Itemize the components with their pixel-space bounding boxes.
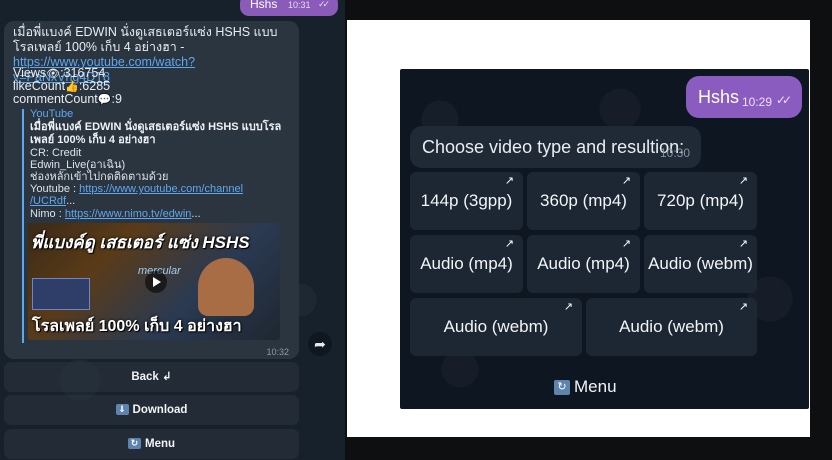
left-chat-panel: Hshs 10:31 ✓✓ เมื่อพี่แบงค์ EDWIN นั่งดู… [0,0,345,460]
outgoing-message-text: Hshs [250,0,278,11]
outgoing-message-time: 10:31 [288,0,311,10]
thumbnail-person-image [198,258,254,316]
option-label: 144p (3gpp) [420,191,513,210]
option-label: Audio (mp4) [420,254,513,273]
option-audio-mp4-button[interactable]: Audio (mp4) ↗ [410,235,523,293]
video-thumbnail[interactable]: พี่แบงค์ดู เสธเตอร์ แซ่ง HSHS mercular โ… [28,223,280,340]
download-button-label: Download [132,404,188,416]
preview-site-name: YouTube [30,108,74,120]
incoming-message-time: 10:32 [266,347,289,357]
preview-nimo-label: Nimo : [30,208,65,220]
speech-bubble-icon: 💬 [97,93,112,106]
external-arrow-icon: ↗ [738,238,748,250]
option-label: Audio (webm) [443,317,549,336]
play-icon[interactable] [145,271,167,293]
back-button[interactable]: Back ↲ [4,362,299,392]
likes-value: :6285 [78,79,111,93]
menu-button[interactable]: ↻ Menu [4,429,299,459]
option-label: Audio (mp4) [537,254,630,273]
outgoing-message[interactable]: Hshs 10:29 ✓✓ [686,76,802,118]
incoming-message[interactable]: Choose video type and resultion: 10:30 [410,126,701,168]
comments-label: commentCount [13,92,98,106]
back-button-label: Back ↲ [131,371,172,383]
link-preview[interactable]: YouTube เมื่อพี่แบงค์ EDWIN นั่งดูเสธเตอ… [22,108,292,343]
preview-nimo-link[interactable]: https://www.nimo.tv/edwin [65,208,192,220]
views-value: :316754 [60,66,106,80]
external-arrow-icon: ↗ [504,238,514,250]
message-title-text: เมื่อพี่แบงค์ EDWIN นั่งดูเสธเตอร์แซ่ง H… [13,25,278,54]
menu-button-label: Menu [144,438,176,450]
external-arrow-icon: ↗ [738,301,748,313]
incoming-message-time: 10:30 [660,146,691,160]
outgoing-message-time: 10:29 [742,95,773,109]
double-check-icon: ✓✓ [776,93,792,107]
outgoing-message[interactable]: Hshs 10:31 ✓✓ [240,0,338,16]
preview-youtube-link-2[interactable]: /UCRdf [30,195,66,207]
comments-stat: commentCount💬:9 [13,92,122,107]
thumbnail-top-caption: พี่แบงค์ดู เสธเตอร์ แซ่ง HSHS [31,233,250,252]
option-label: Audio (webm) [648,254,753,273]
menu-icon: ↻ [127,438,141,450]
menu-button-label: Menu [574,377,617,396]
option-label: 360p (mp4) [540,191,627,210]
preview-channel-line: ช่องหลักเข้าไปกดติดตามด้วย [30,171,169,183]
preview-edwin-line: Edwin_Live(อาเฉิน) [30,159,126,171]
preview-youtube-link[interactable]: https://www.youtube.com/channel [79,183,243,195]
outgoing-message-text: Hshs [698,87,740,107]
download-icon: ⇓ [115,404,129,416]
preview-youtube-label: Youtube : [30,183,80,195]
download-button[interactable]: ⇓ Download [4,395,299,425]
menu-button[interactable]: ↻ Menu [554,377,654,401]
menu-icon: ↻ [554,380,570,396]
comments-value: :9 [111,92,122,106]
preview-nimo-line: Nimo : https://www.nimo.tv/edwin... [30,208,201,220]
external-arrow-icon: ↗ [621,175,631,187]
thumbnail-bottom-caption: โรลเพลย์ 100% เก็บ 4 อย่างฮา [32,318,242,335]
external-arrow-icon: ↗ [504,175,514,187]
external-arrow-icon: ↗ [738,175,748,187]
thumbnail-inset-image [32,278,90,310]
incoming-message-text: Choose video type and resultion: [422,137,685,157]
preview-title: เมื่อพี่แบงค์ EDWIN นั่งดูเสธเตอร์แซ่ง H… [30,121,282,146]
option-audio-mp4-button-2[interactable]: Audio (mp4) ↗ [527,235,640,293]
incoming-message[interactable]: เมื่อพี่แบงค์ EDWIN นั่งดูเสธเตอร์แซ่ง H… [4,21,299,359]
external-arrow-icon: ↗ [563,301,573,313]
preview-cr-line: CR: Credit [30,147,82,159]
likes-label: likeCount [13,79,66,93]
forward-icon[interactable]: ➦ [308,332,332,356]
preview-youtube-line: Youtube : https://www.youtube.com/channe… [30,183,243,195]
zoomed-chat-panel: Hshs 10:29 ✓✓ Choose video type and resu… [400,69,809,409]
preview-youtube-line-2: /UCRdf... [30,195,75,207]
preview-ellipsis: ... [66,195,76,207]
option-audio-webm-button-2[interactable]: Audio (webm) ↗ [410,298,582,356]
option-label: 720p (mp4) [657,191,744,210]
double-check-icon: ✓✓ [318,0,330,9]
option-label: Audio (webm) [619,317,724,336]
preview-nimo-ellipsis: ... [191,208,201,220]
option-audio-webm-button-3[interactable]: Audio (webm) ↗ [586,298,757,356]
external-arrow-icon: ↗ [621,238,631,250]
views-label: Views [13,66,47,80]
